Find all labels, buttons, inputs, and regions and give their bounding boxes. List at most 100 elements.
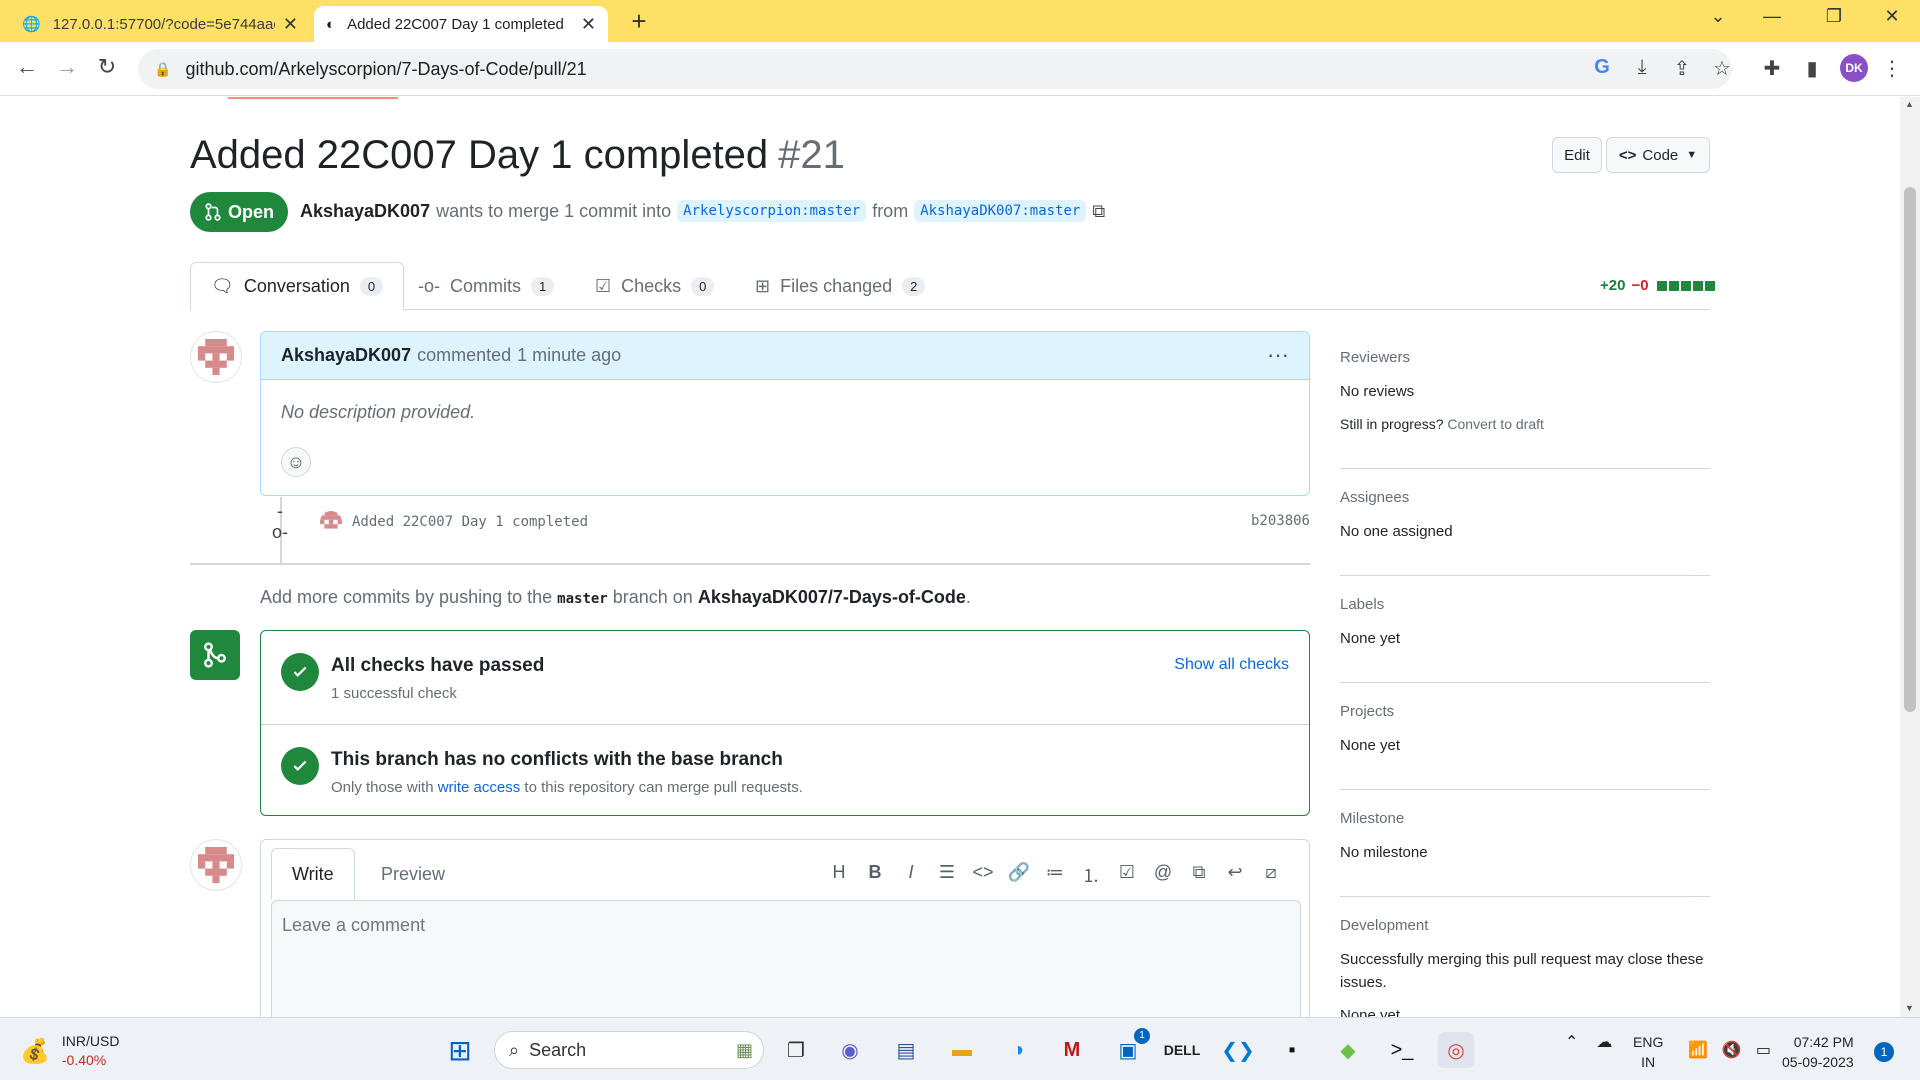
hint-repo[interactable]: AkshayaDK007/7-Days-of-Code [698,587,966,607]
install-icon[interactable]: ⤓ [1628,56,1656,79]
link-icon[interactable]: 🔗 [1001,862,1037,888]
tab-search-chevron-icon[interactable]: ⌄ [1698,6,1738,27]
tab-files-changed[interactable]: ⊞ Files changed 2 [735,262,945,311]
tasklist-icon[interactable]: ☑ [1109,862,1145,888]
show-all-checks-link[interactable]: Show all checks [1174,656,1289,674]
terminal-icon[interactable]: ▪ [1274,1032,1310,1068]
chrome-icon[interactable]: ◎ [1438,1032,1474,1068]
bookmark-star-icon[interactable]: ☆ [1708,56,1736,81]
clock[interactable]: 07:42 PM 05-09-2023 [1782,1032,1854,1072]
forward-icon[interactable]: → [52,54,82,80]
url-text: github.com/Arkelyscorpion/7-Days-of-Code… [185,58,587,79]
share-icon[interactable]: ⇪ [1668,56,1696,81]
new-tab-button[interactable]: + [624,6,654,37]
mcafee-icon[interactable]: M [1054,1032,1090,1068]
command-prompt-icon[interactable]: >_ [1384,1032,1420,1068]
notepad-icon[interactable]: ▤ [888,1032,924,1068]
unordered-list-icon[interactable]: ≔ [1037,862,1073,888]
quote-icon[interactable]: ☰ [929,862,965,888]
pr-author-link[interactable]: AkshayaDK007 [300,201,430,222]
microsoft-store-icon[interactable]: ▣ 1 [1110,1028,1150,1068]
comment-textarea[interactable]: Leave a comment [271,900,1301,1017]
extensions-icon[interactable]: ✚ [1758,56,1786,81]
ordered-list-icon[interactable]: ⒈ [1073,862,1109,888]
reviewers-heading[interactable]: Reviewers [1340,349,1710,366]
development-heading[interactable]: Development [1340,917,1710,934]
close-tab-icon[interactable]: ✕ [283,14,298,35]
avatar[interactable] [320,511,342,533]
kebab-horizontal-icon[interactable]: ··· [1267,342,1289,368]
tab-title: 127.0.0.1:57700/?code=5e744aac [52,15,275,33]
italic-icon[interactable]: I [893,862,929,888]
reply-icon[interactable]: ↩ [1217,862,1253,888]
edge-browser-icon[interactable]: ◑ [1000,1032,1036,1068]
tab-checks[interactable]: ☑ Checks 0 [575,262,734,311]
markdown-toolbar: H B I ☰ <> 🔗 ≔ ⒈ ☑ @ ⧉ ↩ ⧄ [821,862,1289,888]
cross-reference-icon[interactable]: ⧉ [1181,862,1217,888]
scrollbar-thumb[interactable] [1904,187,1916,712]
projects-heading[interactable]: Projects [1340,703,1710,720]
smiley-icon[interactable]: ☺ [281,447,311,477]
page-scrollbar[interactable]: ▲ ▼ [1900,97,1920,1017]
teams-chat-icon[interactable]: ◉ [832,1032,868,1068]
tab-conversation[interactable]: 🗨 Conversation 0 [190,262,405,311]
onedrive-cloud-icon[interactable]: ☁ [1596,1032,1612,1052]
file-explorer-icon[interactable]: ▬ [944,1032,980,1068]
comment-time[interactable]: 1 minute ago [517,345,621,366]
commit-message[interactable]: Added 22C007 Day 1 completed [352,514,588,530]
heading-icon[interactable]: H [821,862,857,888]
mention-icon[interactable]: @ [1145,862,1181,888]
quick-settings[interactable]: 📶 🔇 ▭ [1688,1040,1771,1060]
scroll-up-arrow-icon[interactable]: ▲ [1905,99,1914,109]
assignees-heading[interactable]: Assignees [1340,489,1710,506]
stock-widget[interactable]: 💰 INR/USD -0.40% [20,1032,119,1070]
address-bar[interactable]: 🔒 github.com/Arkelyscorpion/7-Days-of-Co… [138,49,1732,89]
tab-commits[interactable]: -o- Commits 1 [398,262,574,311]
code-icon[interactable]: <> [965,862,1001,888]
windows-start-icon[interactable]: ⊞ [442,1032,478,1068]
avatar[interactable] [190,331,242,383]
avatar[interactable] [190,839,242,891]
google-icon[interactable]: G [1588,56,1616,79]
task-view-icon[interactable]: ❐ [778,1032,814,1068]
conflicts-subtitle: Only those with write access to this rep… [331,779,803,796]
language-code: ENG [1633,1034,1664,1050]
pr-state-label: Open [228,201,275,222]
close-window-icon[interactable]: ✕ [1872,6,1912,27]
preview-tab[interactable]: Preview [361,848,465,900]
vscode-icon[interactable]: ❮❯ [1220,1032,1256,1068]
dell-icon[interactable]: DELL [1164,1032,1201,1068]
reload-icon[interactable]: ↻ [92,54,122,80]
profile-avatar[interactable]: DK [1840,54,1868,82]
browser-tab[interactable]: 🌐 127.0.0.1:57700/?code=5e744aac ✕ [10,6,310,42]
taskbar-search[interactable]: ⌕ Search ▦ [494,1031,764,1069]
language-indicator[interactable]: ENG IN [1633,1032,1663,1072]
minimize-icon[interactable]: — [1752,6,1792,27]
head-branch[interactable]: AkshayaDK007:master [914,200,1087,222]
notification-badge[interactable]: 1 [1874,1042,1894,1062]
code-button[interactable]: <> Code ▼ [1606,137,1710,173]
slash-commands-icon[interactable]: ⧄ [1253,862,1289,888]
write-access-link[interactable]: write access [438,779,521,796]
edit-button[interactable]: Edit [1552,137,1602,173]
commit-sha[interactable]: b203806 [1251,513,1310,529]
scroll-down-arrow-icon[interactable]: ▼ [1905,1003,1914,1013]
bold-icon[interactable]: B [857,862,893,888]
browser-tab-active[interactable]: ◐ Added 22C007 Day 1 completed ✕ [314,6,608,42]
milestone-heading[interactable]: Milestone [1340,810,1710,827]
clock-time: 07:42 PM [1793,1034,1854,1050]
restore-icon[interactable]: ❐ [1814,6,1854,27]
comment-author[interactable]: AkshayaDK007 [281,345,411,366]
base-branch[interactable]: Arkelyscorpion:master [677,200,867,222]
chevron-up-icon[interactable]: ⌃ [1565,1032,1578,1052]
back-icon[interactable]: ← [12,54,42,80]
convert-to-draft-link[interactable]: Convert to draft [1447,416,1544,432]
copy-icon[interactable]: ⧉ [1092,201,1105,222]
side-panel-icon[interactable]: ▮ [1798,56,1826,81]
close-tab-icon[interactable]: ✕ [581,14,596,35]
colorful-app-icon[interactable]: ◆ [1330,1032,1366,1068]
write-tab[interactable]: Write [271,848,355,900]
menu-kebab-icon[interactable]: ⋮ [1878,56,1906,81]
labels-heading[interactable]: Labels [1340,596,1710,613]
development-value: None yet [1340,1007,1401,1017]
